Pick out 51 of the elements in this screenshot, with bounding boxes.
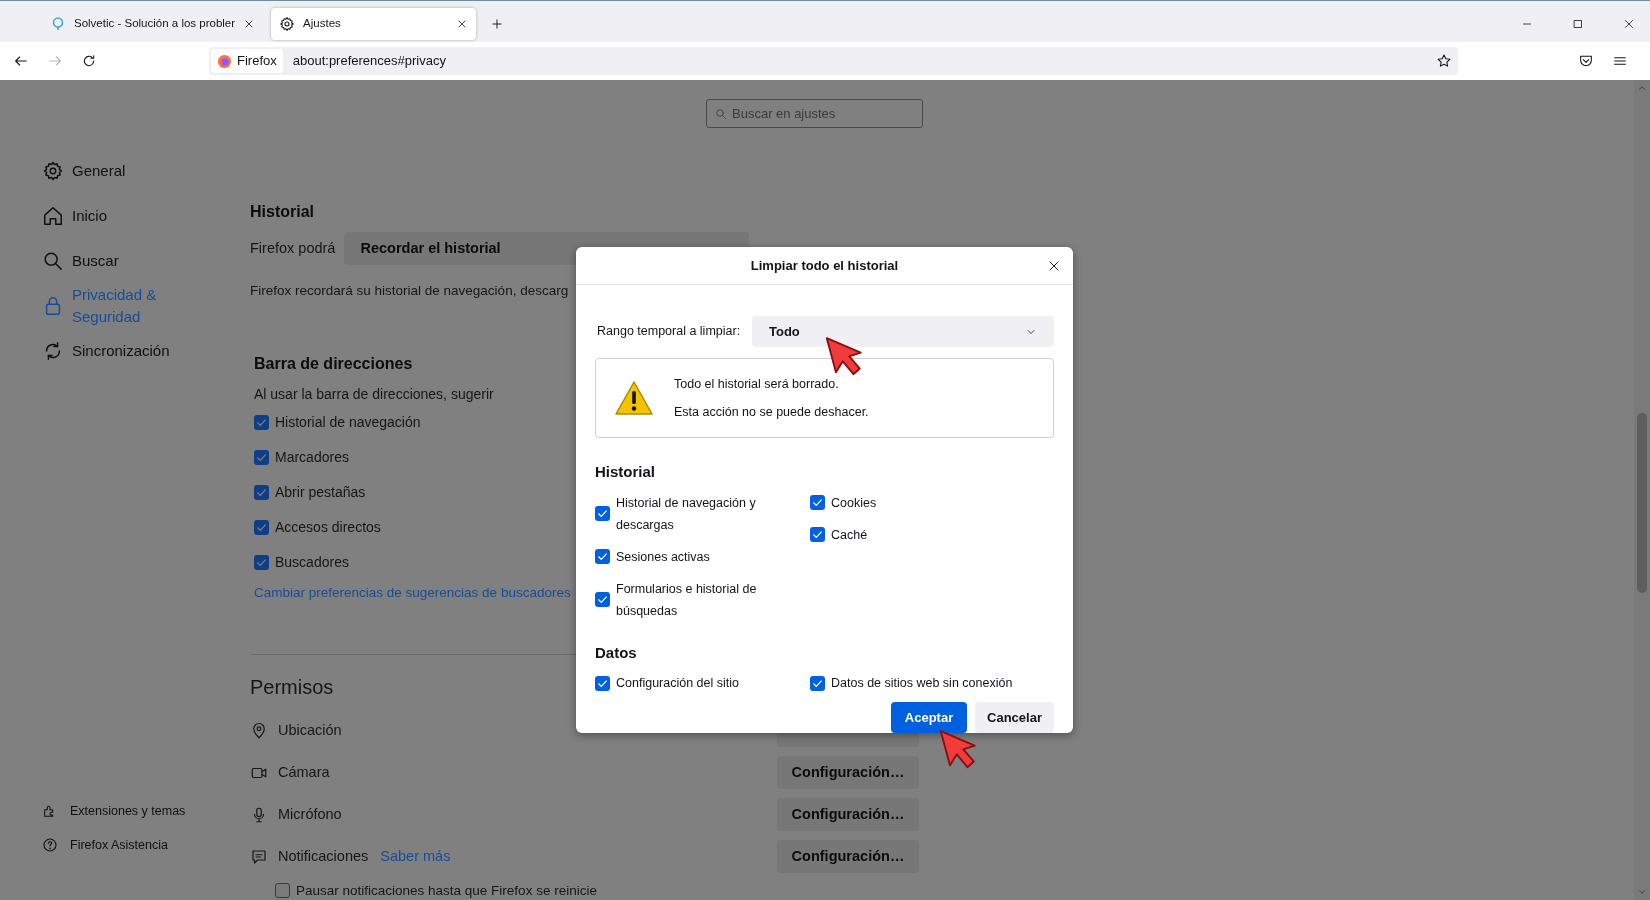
settings-button[interactable]: Configuración… bbox=[777, 756, 919, 789]
section-heading: Barra de direcciones bbox=[254, 354, 413, 375]
field-label: Firefox podrá bbox=[250, 238, 336, 258]
sidebar-item[interactable]: Buscar bbox=[42, 238, 250, 283]
url-text: about:preferences#privacy bbox=[292, 52, 447, 71]
history-description: Firefox recordará su historial de navegación, descarg bbox=[250, 282, 569, 300]
checkbox-label: Configuración del sitio bbox=[616, 675, 740, 692]
settings-button[interactable]: Configuración… bbox=[777, 798, 919, 831]
field-label: Rango temporal a limpiar: bbox=[597, 323, 742, 341]
permission-label: Micrófono bbox=[278, 804, 342, 824]
settings-button[interactable]: Configuración… bbox=[777, 840, 919, 873]
warning-text: Todo el historial será borrado. bbox=[674, 375, 840, 393]
sidebar-footer-link[interactable]: Firefox Asistencia bbox=[42, 828, 250, 862]
browser-tab[interactable]: Solvetic - Solución a los probler bbox=[42, 8, 264, 40]
checkbox-label: Accesos directos bbox=[275, 518, 381, 538]
dialog-title: Limpiar todo el historial bbox=[750, 256, 899, 275]
identity-label: Firefox bbox=[237, 52, 277, 71]
search-field[interactable]: Buscar en ajustes bbox=[706, 99, 923, 128]
warning-text: Esta acción no se puede deshacer. bbox=[674, 403, 869, 421]
section-heading: Historial bbox=[250, 202, 314, 222]
checkbox-label: Historial de navegación y descargas bbox=[616, 494, 757, 534]
permission-label: Ubicación bbox=[278, 720, 342, 740]
checkbox-label: Pausar notificaciones hasta que Firefox se reinicie bbox=[296, 882, 597, 898]
permission-label: Notificaciones bbox=[278, 846, 369, 866]
section-description: Al usar la barra de direcciones, sugerir bbox=[254, 385, 494, 405]
identity-box[interactable]: Firefox bbox=[211, 49, 283, 73]
address-bar[interactable]: Firefox about:preferences#privacy bbox=[209, 47, 1458, 75]
checkbox-label: Formularios e historial de búsquedas bbox=[616, 580, 758, 620]
sidebar-footer-link[interactable]: Extensiones y temas bbox=[42, 794, 250, 828]
search-input[interactable]: Buscar en ajustes bbox=[732, 103, 914, 124]
checkbox-label: Historial de navegación bbox=[275, 413, 421, 433]
tab-title: Ajustes bbox=[303, 16, 342, 32]
tab-title: Solvetic - Solución a los probler bbox=[74, 16, 236, 32]
time-range-dropdown[interactable]: Todo bbox=[752, 316, 1054, 347]
browser-tab[interactable]: Ajustes bbox=[271, 8, 477, 40]
checkbox-label: Caché bbox=[831, 526, 868, 544]
checkbox-label: Sesiones activas bbox=[616, 548, 711, 566]
checkbox-label: Marcadores bbox=[275, 448, 349, 468]
section-heading: Datos bbox=[595, 642, 638, 663]
dialog-button[interactable]: Cancelar bbox=[975, 702, 1054, 733]
section-heading: Historial bbox=[595, 462, 656, 482]
sidebar-item[interactable]: Inicio bbox=[42, 193, 250, 238]
checkbox-label: Datos de sitios web sin conexión bbox=[831, 675, 1013, 692]
checkbox-label: Buscadores bbox=[275, 553, 349, 573]
checkbox-label: Cookies bbox=[831, 494, 877, 512]
permission-label: Cámara bbox=[278, 762, 330, 782]
sidebar-item[interactable]: Sincronización bbox=[42, 328, 250, 373]
dialog-button[interactable]: Aceptar bbox=[891, 702, 967, 733]
checkbox-label: Abrir pestañas bbox=[275, 483, 366, 503]
section-heading: Permisos bbox=[250, 674, 334, 700]
sidebar-item[interactable]: General bbox=[42, 148, 250, 193]
